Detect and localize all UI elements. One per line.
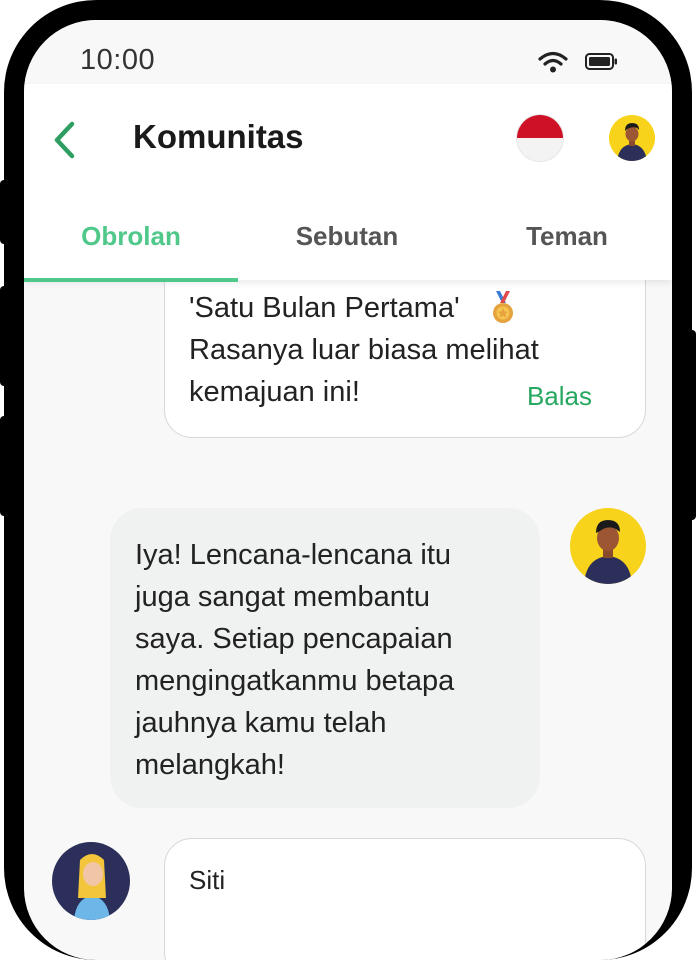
tab-obrolan[interactable]: Obrolan xyxy=(24,212,238,280)
battery-icon xyxy=(585,53,617,70)
medal-icon xyxy=(493,291,513,323)
side-button xyxy=(0,286,8,386)
author-name: Siti xyxy=(189,865,226,895)
message-text: Iya! Lencana-lencana itu juga sangat mem… xyxy=(135,539,455,781)
active-tab-indicator xyxy=(24,278,238,282)
tab-bar: Obrolan Sebutan Teman xyxy=(24,212,672,280)
tab-teman[interactable]: Teman xyxy=(460,212,672,280)
status-time: 10:00 xyxy=(80,44,156,76)
indonesia-flag-icon[interactable] xyxy=(517,115,563,161)
side-button xyxy=(0,416,8,516)
message-card: Siti xyxy=(164,838,646,960)
app-header: Komunitas Obrolan Sebutan Teman xyxy=(24,84,672,282)
chevron-left-icon[interactable] xyxy=(50,120,78,160)
tab-sebutan[interactable]: Sebutan xyxy=(240,212,454,280)
user-avatar[interactable] xyxy=(609,115,655,161)
chat-area[interactable]: 'Satu Bulan Pertama' Rasanya luar biasa … xyxy=(24,240,672,960)
own-message-bubble: Iya! Lencana-lencana itu juga sangat mem… xyxy=(110,508,540,808)
page-title: Komunitas xyxy=(133,118,304,155)
author-avatar[interactable] xyxy=(52,842,130,920)
phone-screen: 10:00 Komunitas Obrolan Sebutan Teman 'S… xyxy=(24,20,672,960)
wifi-icon xyxy=(538,51,568,73)
message-text: 'Satu Bulan Pertama' Rasanya luar biasa … xyxy=(189,292,539,408)
reply-button[interactable]: Balas xyxy=(527,381,592,412)
sender-avatar[interactable] xyxy=(570,508,646,584)
side-button xyxy=(0,180,8,244)
side-button xyxy=(688,330,696,520)
status-bar: 10:00 xyxy=(24,20,672,84)
